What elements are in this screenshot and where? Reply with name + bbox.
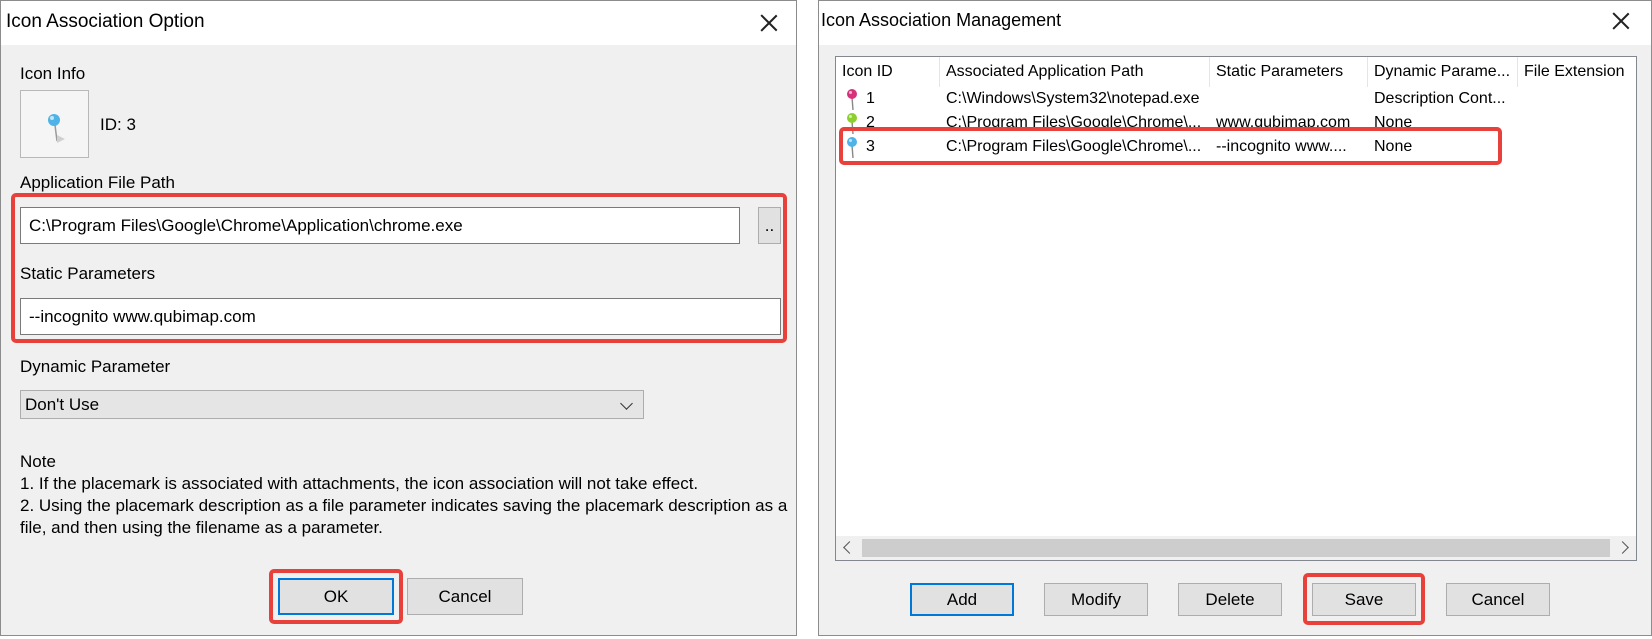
scroll-left-icon[interactable] [843, 541, 856, 554]
dynamic-param-value: Don't Use [25, 394, 100, 414]
cancel-button[interactable]: Cancel [1446, 583, 1550, 616]
icon-preview[interactable] [20, 90, 89, 158]
note-line-2: 2. Using the placemark description as a … [20, 496, 788, 537]
note-line-1: 1. If the placemark is associated with a… [20, 474, 699, 493]
static-params-cell [1216, 87, 1366, 111]
column-static-params[interactable]: Static Parameters [1210, 57, 1368, 87]
chevron-down-icon [620, 397, 633, 410]
icon-association-management-dialog: Icon Association Management Icon ID Asso… [818, 0, 1652, 636]
close-icon[interactable] [1609, 9, 1633, 33]
app-path-input[interactable]: C:\Program Files\Google\Chrome\Applicati… [20, 207, 740, 244]
icon-id-text: ID: 3 [100, 115, 136, 134]
static-params-cell: --incognito www.... [1216, 138, 1347, 155]
modify-button[interactable]: Modify [1044, 583, 1148, 616]
column-icon-id[interactable]: Icon ID [836, 57, 940, 87]
table-row[interactable]: 2 C:\Program Files\Google\Chrome\... www… [836, 111, 1636, 135]
static-params-label: Static Parameters [20, 264, 156, 283]
table-row[interactable]: 1 C:\Windows\System32\notepad.exe Descri… [836, 87, 1636, 111]
delete-button[interactable]: Delete [1178, 583, 1282, 616]
icon-id-cell: 1 [866, 90, 875, 107]
close-icon[interactable] [757, 11, 781, 35]
ok-button[interactable]: OK [278, 578, 394, 615]
app-path-cell: C:\Windows\System32\notepad.exe [946, 90, 1200, 107]
pushpin-icon [847, 89, 857, 111]
browse-button[interactable]: .. [758, 207, 781, 244]
dynamic-params-cell: None [1374, 138, 1413, 155]
column-dynamic-params[interactable]: Dynamic Parame... [1368, 57, 1518, 87]
icon-association-option-dialog: Icon Association Option Icon Info ID: 3 … [0, 0, 797, 636]
table-row[interactable]: 3 C:\Program Files\Google\Chrome\... --i… [836, 135, 1636, 159]
static-params-cell: www.qubimap.com [1216, 114, 1351, 131]
static-params-input[interactable]: --incognito www.qubimap.com [20, 298, 781, 335]
title-bar: Icon Association Management [819, 1, 1651, 45]
scroll-thumb[interactable] [862, 539, 1610, 557]
note-title: Note [20, 452, 56, 471]
horizontal-scrollbar[interactable] [836, 536, 1636, 560]
pushpin-icon [847, 113, 857, 135]
save-button[interactable]: Save [1312, 583, 1416, 616]
dialog-title: Icon Association Option [6, 11, 205, 32]
list-header: Icon ID Associated Application Path Stat… [836, 57, 1636, 87]
app-path-cell: C:\Program Files\Google\Chrome\... [946, 138, 1202, 155]
pushpin-icon [48, 114, 65, 143]
icon-id-cell: 2 [866, 114, 875, 131]
icon-id-cell: 3 [866, 138, 875, 155]
title-bar: Icon Association Option [1, 1, 796, 45]
dynamic-param-label: Dynamic Parameter [20, 357, 171, 376]
column-file-extension[interactable]: File Extension [1518, 57, 1636, 87]
note-section: Note 1. If the placemark is associated w… [20, 451, 790, 539]
icon-info-label: Icon Info [20, 64, 86, 83]
association-list[interactable]: Icon ID Associated Application Path Stat… [835, 56, 1637, 561]
add-button[interactable]: Add [910, 583, 1014, 616]
dynamic-params-cell: None [1374, 114, 1413, 131]
dynamic-params-cell: Description Cont... [1374, 90, 1506, 107]
app-path-cell: C:\Program Files\Google\Chrome\... [946, 114, 1202, 131]
column-app-path[interactable]: Associated Application Path [940, 57, 1210, 87]
scroll-right-icon[interactable] [1616, 541, 1629, 554]
cancel-button[interactable]: Cancel [407, 578, 523, 615]
dynamic-param-select[interactable]: Don't Use [20, 390, 644, 419]
dialog-title: Icon Association Management [821, 10, 1062, 30]
app-path-label: Application File Path [20, 173, 175, 192]
pushpin-icon [847, 137, 857, 159]
